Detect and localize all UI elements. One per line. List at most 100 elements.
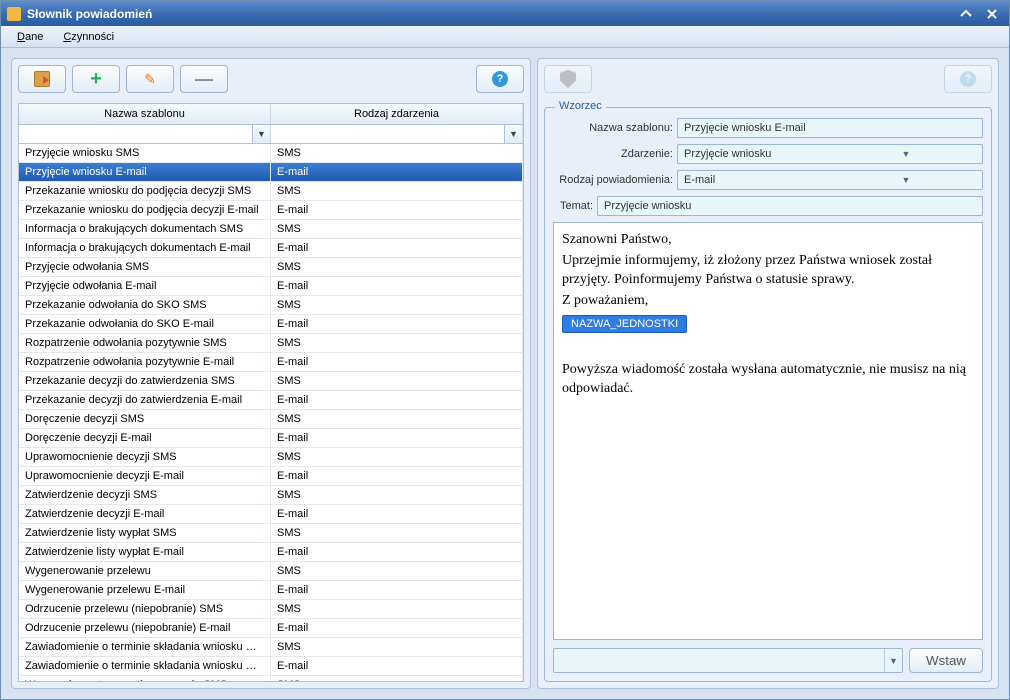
cell-event: SMS <box>271 182 523 200</box>
table-row[interactable]: Przekazanie decyzji do zatwierdzenia E-m… <box>19 391 523 410</box>
table-row[interactable]: Uprawomocnienie decyzji SMSSMS <box>19 448 523 467</box>
label-notification-type: Rodzaj powiadomienia: <box>553 174 673 186</box>
cell-event: E-mail <box>271 277 523 295</box>
table-row[interactable]: Przekazanie decyzji do zatwierdzenia SMS… <box>19 372 523 391</box>
menu-dane[interactable]: Dane <box>7 29 53 45</box>
left-panel: + ✎ — ? Nazwa szablonu Rodzaj zdarzenia … <box>11 58 531 689</box>
table-row[interactable]: Odrzucenie przelewu (niepobranie) E-mail… <box>19 619 523 638</box>
exit-icon <box>34 71 50 87</box>
table-row[interactable]: Wygenerowanie przelewuSMS <box>19 562 523 581</box>
filter-name-input[interactable] <box>19 125 252 143</box>
cell-name: Rozpatrzenie odwołania pozytywnie SMS <box>19 334 271 352</box>
right-help-button: ? <box>944 65 992 93</box>
cell-name: Doręczenie decyzji E-mail <box>19 429 271 447</box>
table-row[interactable]: Zatwierdzenie decyzji SMSSMS <box>19 486 523 505</box>
edit-button[interactable]: ✎ <box>126 65 174 93</box>
table-row[interactable]: Zawiadomienie o terminie składania wnios… <box>19 638 523 657</box>
table-row[interactable]: Rozpatrzenie odwołania pozytywnie E-mail… <box>19 353 523 372</box>
help-button[interactable]: ? <box>476 65 524 93</box>
table-row[interactable]: Przekazanie wniosku do podjęcia decyzji … <box>19 201 523 220</box>
select-event[interactable]: Przyjęcie wniosku ▼ <box>677 144 983 164</box>
cell-event: SMS <box>271 448 523 466</box>
table-row[interactable]: Rozpatrzenie odwołania pozytywnie SMSSMS <box>19 334 523 353</box>
insert-combo[interactable]: ▼ <box>553 648 903 673</box>
cell-name: Uprawomocnienie decyzji E-mail <box>19 467 271 485</box>
input-subject[interactable] <box>597 196 983 216</box>
table-row[interactable]: Przekazanie wniosku do podjęcia decyzji … <box>19 182 523 201</box>
cell-name: Zatwierdzenie listy wypłat E-mail <box>19 543 271 561</box>
table-row[interactable]: Przekazanie odwołania do SKO SMSSMS <box>19 296 523 315</box>
input-template-name[interactable] <box>677 118 983 138</box>
remove-button[interactable]: — <box>180 65 228 93</box>
cell-event: E-mail <box>271 391 523 409</box>
cell-event: E-mail <box>271 239 523 257</box>
cell-name: Przekazanie odwołania do SKO E-mail <box>19 315 271 333</box>
table-row[interactable]: Doręczenie decyzji SMSSMS <box>19 410 523 429</box>
table-row[interactable]: Zatwierdzenie listy wypłat E-mailE-mail <box>19 543 523 562</box>
menubar: Dane Czynności <box>1 26 1009 48</box>
cell-name: Zatwierdzenie decyzji E-mail <box>19 505 271 523</box>
col-header-event[interactable]: Rodzaj zdarzenia <box>271 104 523 124</box>
table-row[interactable]: Odrzucenie przelewu (niepobranie) SMSSMS <box>19 600 523 619</box>
body-line: Uprzejmie informujemy, iż złożony przez … <box>562 252 974 290</box>
cell-name: Przyjęcie wniosku E-mail <box>19 163 271 181</box>
insert-button[interactable]: Wstaw <box>909 648 983 673</box>
table-row[interactable]: Przyjęcie odwołania SMSSMS <box>19 258 523 277</box>
table-row[interactable]: Zatwierdzenie decyzji E-mailE-mail <box>19 505 523 524</box>
collapse-button[interactable] <box>955 5 977 23</box>
cell-name: Zawiadomienie o terminie składania wnios… <box>19 638 271 656</box>
cell-name: Zatwierdzenie listy wypłat SMS <box>19 524 271 542</box>
cell-event: E-mail <box>271 581 523 599</box>
filter-event-dropdown[interactable]: ▼ <box>504 125 522 143</box>
body-editor[interactable]: Szanowni Państwo, Uprzejmie informujemy,… <box>553 222 983 640</box>
cell-name: Odrzucenie przelewu (niepobranie) SMS <box>19 600 271 618</box>
table-row[interactable]: Przyjęcie wniosku E-mailE-mail <box>19 163 523 182</box>
close-button[interactable] <box>981 5 1003 23</box>
cell-name: Przyjęcie odwołania E-mail <box>19 277 271 295</box>
filter-name-dropdown[interactable]: ▼ <box>252 125 270 143</box>
content: + ✎ — ? Nazwa szablonu Rodzaj zdarzenia … <box>1 48 1009 699</box>
body-line: Powyższa wiadomość została wysłana autom… <box>562 361 974 399</box>
window: Słownik powiadomień Dane Czynności + ✎ —… <box>0 0 1010 700</box>
label-event: Zdarzenie: <box>553 148 673 160</box>
table-row[interactable]: Informacja o brakujących dokumentach E-m… <box>19 239 523 258</box>
cell-name: Zatwierdzenie decyzji SMS <box>19 486 271 504</box>
chevron-down-icon: ▼ <box>830 172 982 188</box>
table-row[interactable]: Przekazanie odwołania do SKO E-mailE-mai… <box>19 315 523 334</box>
table-row[interactable]: Przyjęcie odwołania E-mailE-mail <box>19 277 523 296</box>
cell-name: Uprawomocnienie decyzji SMS <box>19 448 271 466</box>
menu-czynnosci[interactable]: Czynności <box>53 29 124 45</box>
shield-button <box>544 65 592 93</box>
label-template-name: Nazwa szablonu: <box>553 122 673 134</box>
filter-event-input[interactable] <box>271 125 504 143</box>
cell-event: SMS <box>271 296 523 314</box>
cell-name: Przekazanie wniosku do podjęcia decyzji … <box>19 201 271 219</box>
cell-name: Informacja o brakujących dokumentach E-m… <box>19 239 271 257</box>
cell-event: SMS <box>271 220 523 238</box>
select-notification-type[interactable]: E-mail ▼ <box>677 170 983 190</box>
cell-event: SMS <box>271 144 523 162</box>
exit-button[interactable] <box>18 65 66 93</box>
cell-event: E-mail <box>271 467 523 485</box>
table-row[interactable]: Wygenerowanie przelewu E-mailE-mail <box>19 581 523 600</box>
add-button[interactable]: + <box>72 65 120 93</box>
table-body[interactable]: Przyjęcie wniosku SMSSMSPrzyjęcie wniosk… <box>19 144 523 681</box>
col-header-name[interactable]: Nazwa szablonu <box>19 104 271 124</box>
cell-event: E-mail <box>271 657 523 675</box>
cell-event: SMS <box>271 524 523 542</box>
label-subject: Temat: <box>553 200 593 212</box>
table-row[interactable]: Przyjęcie wniosku SMSSMS <box>19 144 523 163</box>
table-row[interactable]: Informacja o brakujących dokumentach SMS… <box>19 220 523 239</box>
chevron-up-icon <box>960 9 972 19</box>
table-row[interactable]: Uprawomocnienie decyzji E-mailE-mail <box>19 467 523 486</box>
table-row[interactable]: Zawiadomienie o terminie składania wnios… <box>19 657 523 676</box>
select-notification-type-value: E-mail <box>678 171 830 189</box>
chevron-down-icon: ▼ <box>884 649 902 672</box>
placeholder-chip[interactable]: NAZWA_JEDNOSTKI <box>562 315 687 333</box>
table-row[interactable]: Wszczęcie postępowania w sprawie SMSSMS <box>19 676 523 681</box>
table-row[interactable]: Zatwierdzenie listy wypłat SMSSMS <box>19 524 523 543</box>
table-row[interactable]: Doręczenie decyzji E-mailE-mail <box>19 429 523 448</box>
pattern-fieldset: Wzorzec Nazwa szablonu: Zdarzenie: Przyj… <box>544 107 992 682</box>
insert-combo-value <box>554 649 884 672</box>
cell-event: SMS <box>271 676 523 681</box>
